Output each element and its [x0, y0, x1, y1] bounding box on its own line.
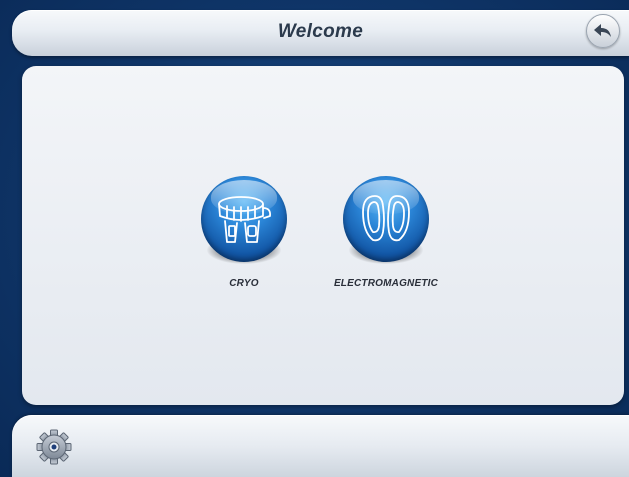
footprints-icon — [362, 195, 410, 242]
app-label-electromagnetic: ELECTROMAGNETIC — [333, 278, 439, 289]
back-arrow-icon — [594, 24, 611, 37]
footer-bar — [12, 415, 629, 477]
electromagnetic-button[interactable] — [343, 176, 429, 264]
back-button[interactable] — [586, 14, 620, 48]
app-electromagnetic[interactable]: ELECTROMAGNETIC — [306, 176, 466, 289]
electromagnetic-button-circle — [343, 176, 429, 262]
cryo-button[interactable] — [201, 176, 287, 264]
header-bar: Welcome — [12, 10, 629, 56]
main-panel: CRYO ELECTROMAGNETIC — [22, 66, 624, 405]
page-title: Welcome — [277, 21, 364, 42]
settings-button[interactable] — [34, 427, 74, 467]
gear-icon — [36, 429, 72, 465]
cryo-button-circle — [201, 176, 287, 262]
app-label-cryo: CRYO — [229, 278, 259, 289]
app-cryo[interactable]: CRYO — [164, 176, 324, 289]
cryo-applicator-icon — [218, 196, 272, 243]
